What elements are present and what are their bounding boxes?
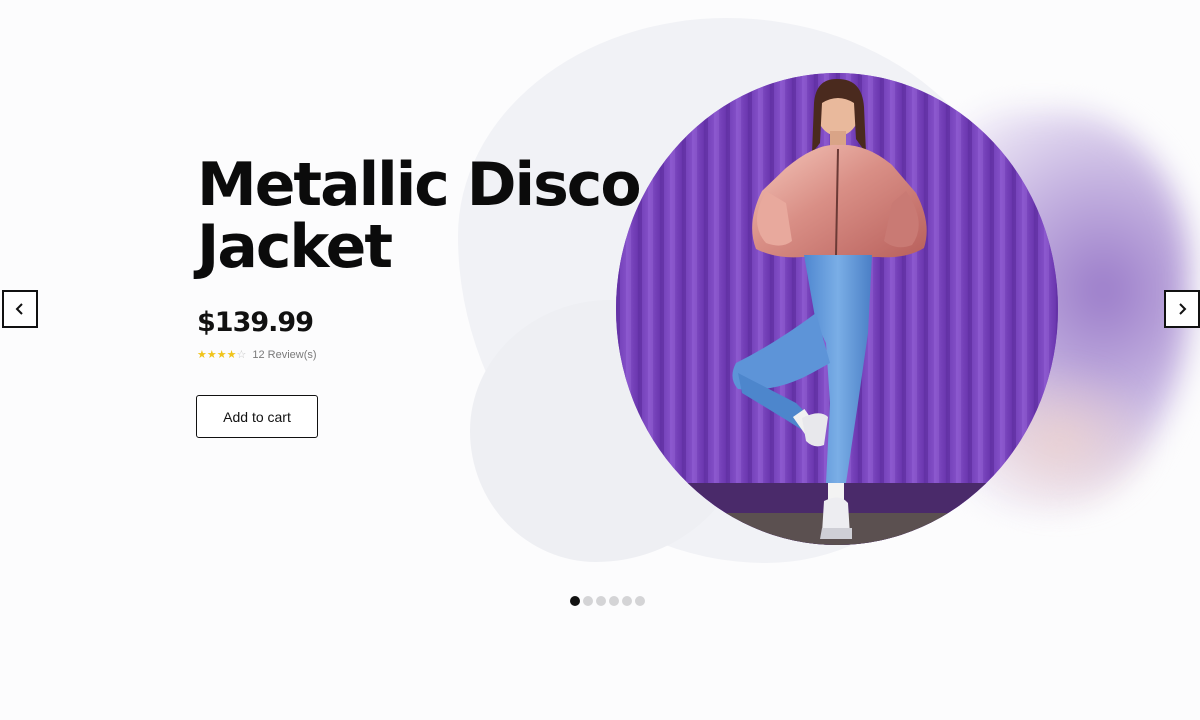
slider-pagination (570, 596, 645, 606)
star-rating: ★★★★☆ (197, 349, 246, 361)
model-photo-illustration (616, 73, 1058, 545)
product-rating: ★★★★☆ 12 Review(s) (197, 349, 317, 361)
product-hero-slider: Metallic Disco Jacket $139.99 ★★★★☆ 12 R… (0, 0, 1200, 720)
add-to-cart-button[interactable]: Add to cart (196, 395, 318, 438)
slider-dot-4[interactable] (609, 596, 619, 606)
chevron-right-icon (1179, 303, 1187, 315)
star-filled-icon: ★ (216, 349, 227, 361)
slider-dot-5[interactable] (622, 596, 632, 606)
next-slide-button[interactable] (1164, 290, 1200, 328)
star-filled-icon: ★ (206, 349, 217, 361)
product-price: $139.99 (197, 307, 314, 338)
slider-dot-6[interactable] (635, 596, 645, 606)
slider-dot-2[interactable] (583, 596, 593, 606)
star-filled-icon: ★ (197, 349, 207, 361)
previous-slide-button[interactable] (2, 290, 38, 328)
product-title: Metallic Disco Jacket (197, 154, 657, 278)
star-filled-icon: ★ (226, 349, 237, 361)
product-title-line-2: Jacket (197, 212, 393, 282)
chevron-left-icon (15, 303, 23, 315)
review-count[interactable]: 12 Review(s) (252, 349, 316, 361)
slider-dot-1[interactable] (570, 596, 580, 606)
product-title-line-1: Metallic Disco (197, 150, 642, 220)
star-empty-icon: ☆ (236, 349, 247, 361)
product-image (616, 73, 1058, 545)
slider-dot-3[interactable] (596, 596, 606, 606)
